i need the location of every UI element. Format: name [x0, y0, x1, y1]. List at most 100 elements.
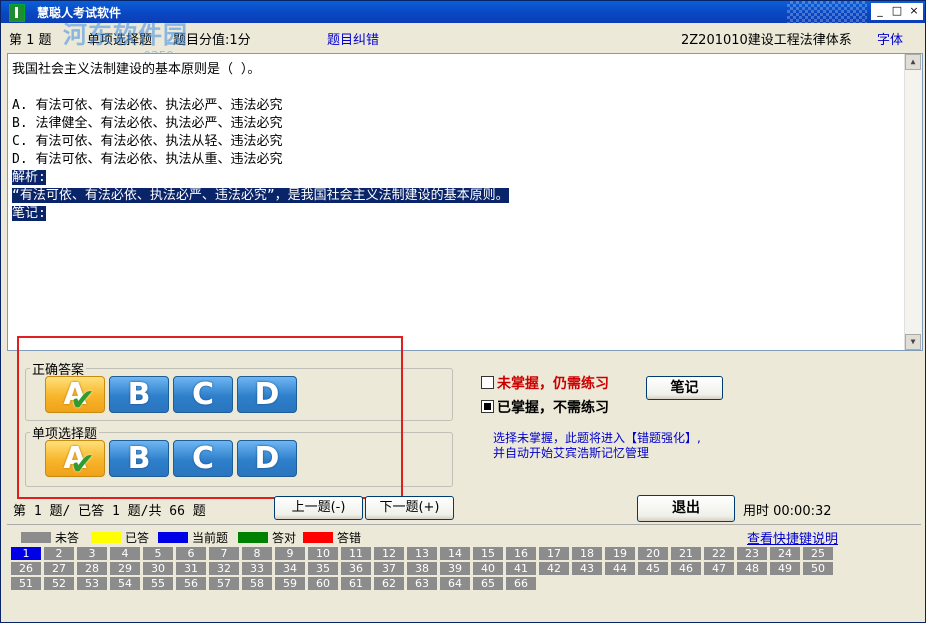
question-number-button[interactable]: 5 — [143, 547, 173, 560]
exit-button[interactable]: 退出 — [637, 495, 735, 522]
question-number-button[interactable]: 61 — [341, 577, 371, 590]
question-number-button[interactable]: 19 — [605, 547, 635, 560]
question-number-button[interactable]: 13 — [407, 547, 437, 560]
correction-link[interactable]: 题目纠错 — [327, 29, 379, 48]
question-number-button[interactable]: 14 — [440, 547, 470, 560]
question-number-button[interactable]: 58 — [242, 577, 272, 590]
question-number-button[interactable]: 48 — [737, 562, 767, 575]
question-number-button[interactable]: 46 — [671, 562, 701, 575]
question-number-button[interactable]: 40 — [473, 562, 503, 575]
question-number-button[interactable]: 63 — [407, 577, 437, 590]
next-question-button[interactable]: 下一题(+) — [365, 496, 454, 520]
question-number-button[interactable]: 38 — [407, 562, 437, 575]
question-number-button[interactable]: 65 — [473, 577, 503, 590]
question-number-button[interactable]: 9 — [275, 547, 305, 560]
question-text-area[interactable]: 我国社会主义法制建设的基本原则是（ ）。 A. 有法可依、有法必依、执法必严、违… — [7, 53, 923, 351]
question-number-button[interactable]: 52 — [44, 577, 74, 590]
question-number-button[interactable]: 12 — [374, 547, 404, 560]
legend-item: 答对 — [238, 529, 296, 546]
question-number-button[interactable]: 43 — [572, 562, 602, 575]
question-number-button[interactable]: 27 — [44, 562, 74, 575]
not-mastered-label: 未掌握，仍需练习 — [497, 376, 609, 392]
question-number-button[interactable]: 66 — [506, 577, 536, 590]
legend-item: 未答 — [21, 529, 79, 546]
question-number-button[interactable]: 23 — [737, 547, 767, 560]
question-number-button[interactable]: 57 — [209, 577, 239, 590]
question-number-button[interactable]: 3 — [77, 547, 107, 560]
maximize-button[interactable]: □ — [888, 3, 906, 20]
progress-text: 第 1 题/ 已答 1 题/共 66 题 — [13, 504, 206, 519]
question-number-button[interactable]: 36 — [341, 562, 371, 575]
question-number-button[interactable]: 25 — [803, 547, 833, 560]
question-number-button[interactable]: 39 — [440, 562, 470, 575]
option-d-text: D. 有法可依、有法必依、执法从重、违法必究 — [12, 152, 283, 167]
question-number-button[interactable]: 15 — [473, 547, 503, 560]
question-number-button[interactable]: 6 — [176, 547, 206, 560]
minimize-button[interactable]: _ — [871, 3, 889, 20]
question-number-button[interactable]: 49 — [770, 562, 800, 575]
scroll-down-arrow-icon[interactable]: ▼ — [905, 334, 921, 350]
question-number-button[interactable]: 62 — [374, 577, 404, 590]
question-number-button[interactable]: 54 — [110, 577, 140, 590]
shortcut-help-link[interactable]: 查看快捷键说明 — [747, 528, 838, 547]
question-number-button[interactable]: 64 — [440, 577, 470, 590]
question-number-button[interactable]: 18 — [572, 547, 602, 560]
app-window: 慧聪人考试软件 _ □ × 第 1 题 单项选择题 题目分值:1分 题目纠错 2… — [0, 0, 926, 623]
option-c-text: C. 有法可依、有法必依、执法从轻、违法必究 — [12, 134, 283, 149]
not-mastered-checkbox[interactable] — [481, 376, 494, 389]
question-number-button[interactable]: 31 — [176, 562, 206, 575]
question-number-button[interactable]: 33 — [242, 562, 272, 575]
question-number-button[interactable]: 41 — [506, 562, 536, 575]
question-number-button[interactable]: 20 — [638, 547, 668, 560]
question-number-button[interactable]: 60 — [308, 577, 338, 590]
question-number-button[interactable]: 59 — [275, 577, 305, 590]
question-number-button[interactable]: 34 — [275, 562, 305, 575]
mastered-checkbox[interactable] — [481, 400, 494, 413]
question-number-button[interactable]: 16 — [506, 547, 536, 560]
question-number-button[interactable]: 26 — [11, 562, 41, 575]
note-button[interactable]: 笔记 — [646, 376, 723, 400]
highlight-box — [17, 336, 403, 499]
question-number-button[interactable]: 51 — [11, 577, 41, 590]
question-number-button[interactable]: 7 — [209, 547, 239, 560]
question-stem: 我国社会主义法制建设的基本原则是（ ）。 — [12, 62, 261, 77]
title-decoration — [787, 1, 867, 23]
close-button[interactable]: × — [905, 3, 923, 20]
mastered-option[interactable]: 已掌握，不需练习 — [481, 397, 609, 417]
question-number-button[interactable]: 45 — [638, 562, 668, 575]
question-number-button[interactable]: 22 — [704, 547, 734, 560]
question-number-button[interactable]: 32 — [209, 562, 239, 575]
app-icon — [9, 4, 25, 22]
question-number-button[interactable]: 30 — [143, 562, 173, 575]
scroll-up-arrow-icon[interactable]: ▲ — [905, 54, 921, 70]
question-number-button[interactable]: 47 — [704, 562, 734, 575]
not-mastered-option[interactable]: 未掌握，仍需练习 — [481, 373, 609, 393]
question-number-button[interactable]: 17 — [539, 547, 569, 560]
question-number-button[interactable]: 4 — [110, 547, 140, 560]
question-number-button[interactable]: 11 — [341, 547, 371, 560]
mastered-label: 已掌握，不需练习 — [497, 400, 609, 416]
legend-item: 当前题 — [158, 529, 228, 546]
question-number-button[interactable]: 55 — [143, 577, 173, 590]
question-number-button[interactable]: 1 — [11, 547, 41, 560]
question-number-button[interactable]: 2 — [44, 547, 74, 560]
question-number-button[interactable]: 44 — [605, 562, 635, 575]
question-number-button[interactable]: 8 — [242, 547, 272, 560]
vertical-scrollbar[interactable]: ▲ ▼ — [904, 54, 922, 350]
question-number-button[interactable]: 35 — [308, 562, 338, 575]
font-link[interactable]: 字体 — [877, 29, 903, 48]
legend-swatch — [238, 532, 268, 543]
question-number-button[interactable]: 42 — [539, 562, 569, 575]
question-number-button[interactable]: 28 — [77, 562, 107, 575]
note-label: 笔记: — [12, 206, 46, 221]
question-number-button[interactable]: 29 — [110, 562, 140, 575]
prev-question-button[interactable]: 上一题(-) — [274, 496, 363, 520]
question-number-button[interactable]: 56 — [176, 577, 206, 590]
question-number-button[interactable]: 21 — [671, 547, 701, 560]
legend-swatch — [158, 532, 188, 543]
question-number-button[interactable]: 10 — [308, 547, 338, 560]
question-number-button[interactable]: 50 — [803, 562, 833, 575]
question-number-button[interactable]: 37 — [374, 562, 404, 575]
question-number-button[interactable]: 24 — [770, 547, 800, 560]
question-number-button[interactable]: 53 — [77, 577, 107, 590]
